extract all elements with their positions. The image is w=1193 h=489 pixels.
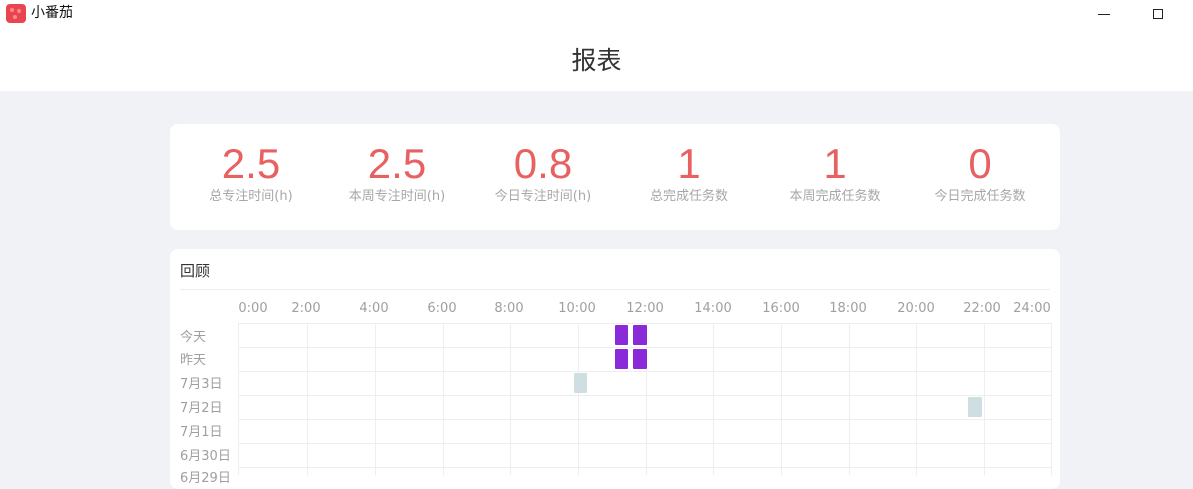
hour-tick-label: 14:00 xyxy=(694,301,732,316)
gridline xyxy=(916,323,917,475)
page-header: 报表 xyxy=(0,28,1193,91)
gridline xyxy=(239,419,1051,420)
gridline xyxy=(239,467,1051,468)
stat-label: 本周专注时间(h) xyxy=(348,189,446,204)
stat-value: 2.5 xyxy=(221,140,281,187)
maximize-button[interactable] xyxy=(1135,0,1181,28)
hour-tick-label: 24:00 xyxy=(1013,301,1051,316)
stat-label: 今日专注时间(h) xyxy=(494,189,592,204)
hour-tick-label: 22:00 xyxy=(963,301,1001,316)
stat-label: 今日完成任务数 xyxy=(934,189,1026,204)
hour-tick-label: 10:00 xyxy=(558,301,596,316)
stat-value: 2.5 xyxy=(367,140,427,187)
stat-value: 0 xyxy=(968,140,992,187)
hour-tick-label: 16:00 xyxy=(762,301,800,316)
focus-session-block[interactable] xyxy=(574,373,587,393)
window-titlebar: 小番茄 xyxy=(0,0,1193,28)
gridline xyxy=(307,323,308,475)
divider xyxy=(180,289,1050,290)
focus-session-block[interactable] xyxy=(633,349,647,369)
stat-label: 总专注时间(h) xyxy=(209,189,293,204)
stat-label: 总完成任务数 xyxy=(649,189,728,204)
app-name: 小番茄 xyxy=(31,5,73,21)
minimize-button[interactable] xyxy=(1081,0,1127,28)
gridline xyxy=(781,323,782,475)
focus-session-block[interactable] xyxy=(615,325,628,345)
gridline xyxy=(375,323,376,475)
gridline xyxy=(510,323,511,475)
day-label: 今天 xyxy=(180,330,207,345)
tomato-app-icon xyxy=(6,4,26,23)
hour-tick-label: 4:00 xyxy=(359,301,389,316)
day-label: 昨天 xyxy=(180,353,207,368)
day-label: 7月3日 xyxy=(180,377,223,392)
gridline xyxy=(239,323,1051,324)
day-label: 6月30日 xyxy=(180,449,231,464)
stat-value: 1 xyxy=(823,140,847,187)
gridline xyxy=(239,443,1051,444)
maximize-icon xyxy=(1153,9,1163,19)
hour-tick-label: 0:00 xyxy=(238,301,268,316)
gridline xyxy=(239,371,1051,372)
stat-label: 本周完成任务数 xyxy=(789,189,881,204)
gridline xyxy=(984,323,985,475)
gridline xyxy=(578,323,579,475)
hour-tick-label: 6:00 xyxy=(427,301,457,316)
gridline xyxy=(646,323,647,475)
hour-tick-label: 20:00 xyxy=(897,301,935,316)
day-label: 6月29日 xyxy=(180,471,231,486)
focus-session-block[interactable] xyxy=(633,325,647,345)
minimize-icon xyxy=(1098,13,1110,15)
gridline xyxy=(239,395,1051,396)
review-title: 回顾 xyxy=(180,262,211,280)
focus-session-block[interactable] xyxy=(615,349,628,369)
page-title: 报表 xyxy=(571,46,622,75)
gridline xyxy=(713,323,714,475)
stats-card: 2.5 总专注时间(h) 2.5 本周专注时间(h) 0.8 今日专注时间(h)… xyxy=(170,124,1060,230)
timeline-grid xyxy=(238,323,1052,475)
gridline xyxy=(849,323,850,475)
focus-session-block[interactable] xyxy=(968,397,982,417)
stat-value: 1 xyxy=(677,140,701,187)
hour-tick-label: 18:00 xyxy=(829,301,867,316)
hour-tick-label: 12:00 xyxy=(626,301,664,316)
hour-tick-label: 8:00 xyxy=(494,301,524,316)
gridline xyxy=(443,323,444,475)
stat-value: 0.8 xyxy=(513,140,573,187)
gridline xyxy=(239,347,1051,348)
day-label: 7月1日 xyxy=(180,425,223,440)
day-label: 7月2日 xyxy=(180,401,223,416)
hour-tick-label: 2:00 xyxy=(291,301,321,316)
